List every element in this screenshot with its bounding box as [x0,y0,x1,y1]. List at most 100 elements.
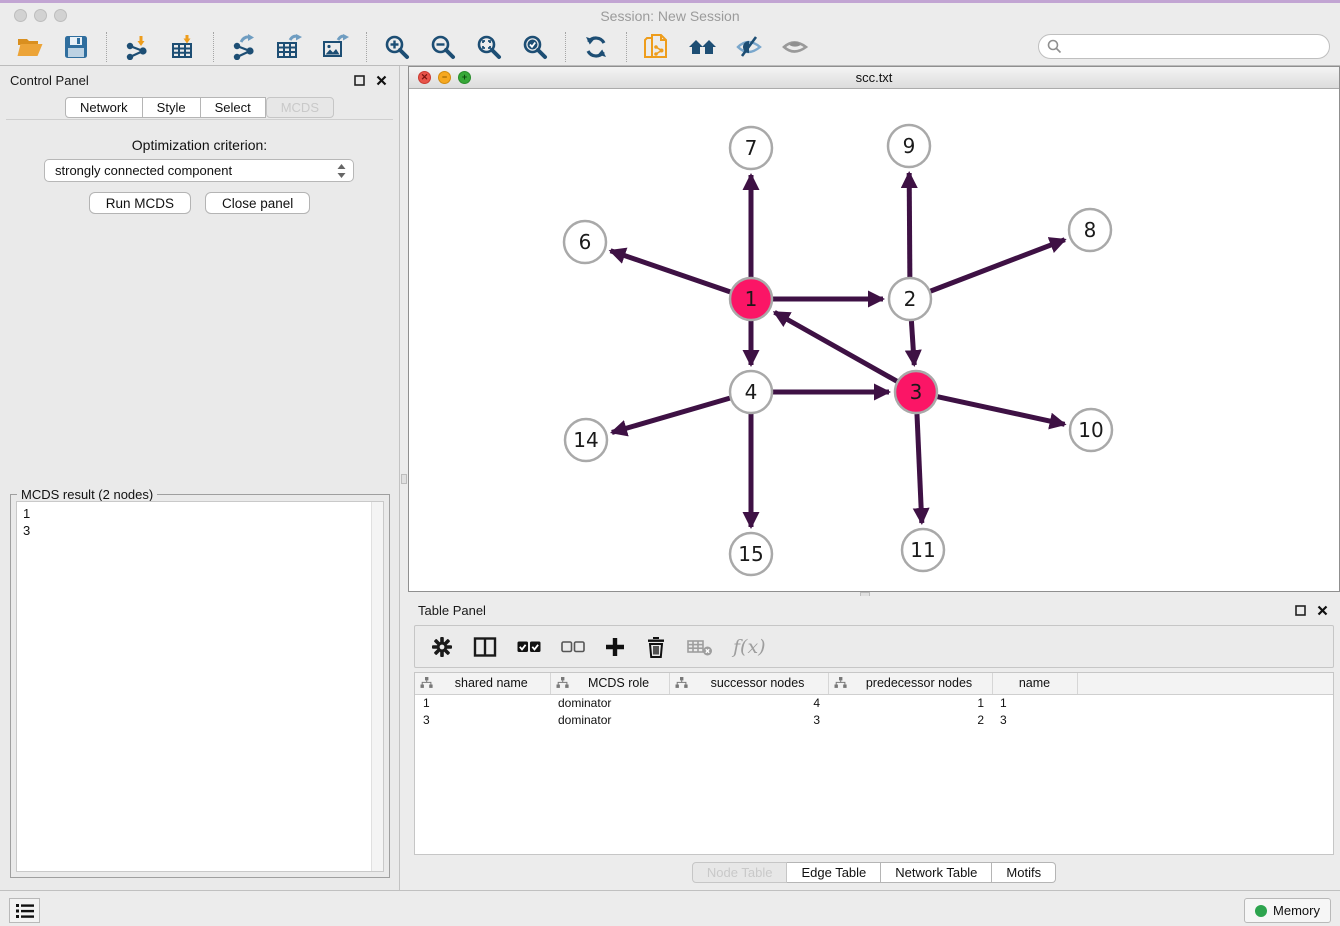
float-panel-icon[interactable] [351,72,367,88]
control-panel: Control Panel Network Style Select MCDS … [0,66,400,890]
vertical-splitter[interactable] [400,66,408,890]
cell-name[interactable]: 3 [992,711,1077,728]
graph-edge-2-9[interactable] [909,173,910,277]
column-header-predecessor-nodes[interactable]: predecessor nodes [828,673,992,694]
graph-node-label-10: 10 [1078,418,1103,442]
select-all-icon[interactable] [517,640,541,654]
delete-table-icon[interactable] [687,637,713,657]
tab-network[interactable]: Network [65,97,143,118]
close-table-panel-icon[interactable] [1314,602,1330,618]
cell-successor-nodes[interactable]: 4 [669,694,828,711]
search-input[interactable] [1062,39,1312,54]
deselect-all-icon[interactable] [561,640,585,654]
copy-network-icon[interactable] [641,31,673,63]
home-networks-icon[interactable] [687,31,719,63]
graph-node-label-8: 8 [1084,218,1097,242]
split-view-icon[interactable] [473,637,497,657]
tab-select[interactable]: Select [201,97,266,118]
show-panel-eye-icon[interactable] [779,31,811,63]
tab-mcds[interactable]: MCDS [266,97,334,118]
column-type-icon [556,677,569,689]
result-scrollbar[interactable] [371,502,383,871]
graph-edge-1-6[interactable] [611,251,731,292]
add-column-icon[interactable] [605,637,625,657]
mcds-result-group: MCDS result (2 nodes) 1 3 [10,494,390,878]
cell-predecessor-nodes[interactable]: 1 [828,694,992,711]
column-header-name[interactable]: name [992,673,1077,694]
graph-node-label-15: 15 [738,542,763,566]
tab-motifs[interactable]: Motifs [992,862,1056,883]
graph-edge-3-11[interactable] [917,414,922,523]
cell-name[interactable]: 1 [992,694,1077,711]
table-row[interactable]: 3 dominator 3 2 3 [415,711,1333,728]
table-row[interactable]: 1 dominator 4 1 1 [415,694,1333,711]
graph-edge-4-14[interactable] [612,398,730,432]
memory-button[interactable]: Memory [1244,898,1331,923]
import-table-icon[interactable] [167,31,199,63]
result-line: 1 [23,505,383,522]
network-canvas[interactable]: 7968124314101511 [409,90,1339,591]
main-toolbar [0,28,1340,66]
mcds-result-text[interactable]: 1 3 [16,501,384,872]
apply-function-icon[interactable]: f(x) [733,636,766,658]
zoom-fit-icon[interactable] [473,31,505,63]
cell-predecessor-nodes[interactable]: 2 [828,711,992,728]
refresh-layout-icon[interactable] [580,31,612,63]
column-type-icon [420,677,433,689]
network-view-window: ✕ − + scc.txt 7968124314101511 [408,66,1340,592]
graph-edge-2-8[interactable] [931,240,1065,291]
list-icon [15,903,35,919]
table-header-row: shared name MCDS role successor nodes pr… [415,673,1333,694]
task-history-button[interactable] [9,898,40,923]
open-session-icon[interactable] [14,31,46,63]
memory-status-icon [1255,905,1267,917]
splitter-grip[interactable] [401,474,407,484]
graph-node-label-1: 1 [745,287,758,311]
export-image-icon[interactable] [320,31,352,63]
column-type-icon [675,677,688,689]
column-header-successor-nodes[interactable]: successor nodes [669,673,828,694]
tab-edge-table[interactable]: Edge Table [787,862,881,883]
tab-network-table[interactable]: Network Table [881,862,992,883]
memory-label: Memory [1273,903,1320,918]
graph-edge-3-1[interactable] [775,312,897,381]
export-network-icon[interactable] [228,31,260,63]
network-window-titlebar: ✕ − + scc.txt [409,67,1339,89]
export-table-icon[interactable] [274,31,306,63]
tab-node-table[interactable]: Node Table [692,862,788,883]
network-window-title: scc.txt [409,70,1339,85]
graph-edge-3-10[interactable] [937,397,1064,425]
node-table: shared name MCDS role successor nodes pr… [414,672,1334,855]
zoom-selected-icon[interactable] [519,31,551,63]
float-table-panel-icon[interactable] [1292,602,1308,618]
tab-style[interactable]: Style [143,97,201,118]
cell-mcds-role[interactable]: dominator [550,711,669,728]
zoom-in-icon[interactable] [381,31,413,63]
close-panel-button[interactable]: Close panel [205,192,310,214]
optimization-criterion-select[interactable]: strongly connected component [44,159,354,182]
graph-edge-2-3[interactable] [911,321,914,365]
cell-successor-nodes[interactable]: 3 [669,711,828,728]
table-settings-icon[interactable] [431,636,453,658]
column-header-mcds-role[interactable]: MCDS role [550,673,669,694]
control-panel-tabs: Network Style Select MCDS [0,97,399,118]
graph-node-label-6: 6 [579,230,592,254]
delete-column-icon[interactable] [645,636,667,658]
select-chevrons-icon [337,164,346,178]
graph-node-label-3: 3 [910,380,923,404]
cell-shared-name[interactable]: 1 [415,694,550,711]
hide-panel-eye-icon[interactable] [733,31,765,63]
graph-node-label-14: 14 [573,428,598,452]
cell-mcds-role[interactable]: dominator [550,694,669,711]
zoom-out-icon[interactable] [427,31,459,63]
mcds-panel: Optimization criterion: strongly connect… [6,119,393,882]
optimization-criterion-value: strongly connected component [55,163,232,178]
import-network-icon[interactable] [121,31,153,63]
search-box[interactable] [1038,34,1330,59]
close-panel-icon[interactable] [373,72,389,88]
save-session-icon[interactable] [60,31,92,63]
cell-shared-name[interactable]: 3 [415,711,550,728]
column-type-icon [834,677,847,689]
run-mcds-button[interactable]: Run MCDS [89,192,191,214]
column-header-shared-name[interactable]: shared name [415,673,550,694]
